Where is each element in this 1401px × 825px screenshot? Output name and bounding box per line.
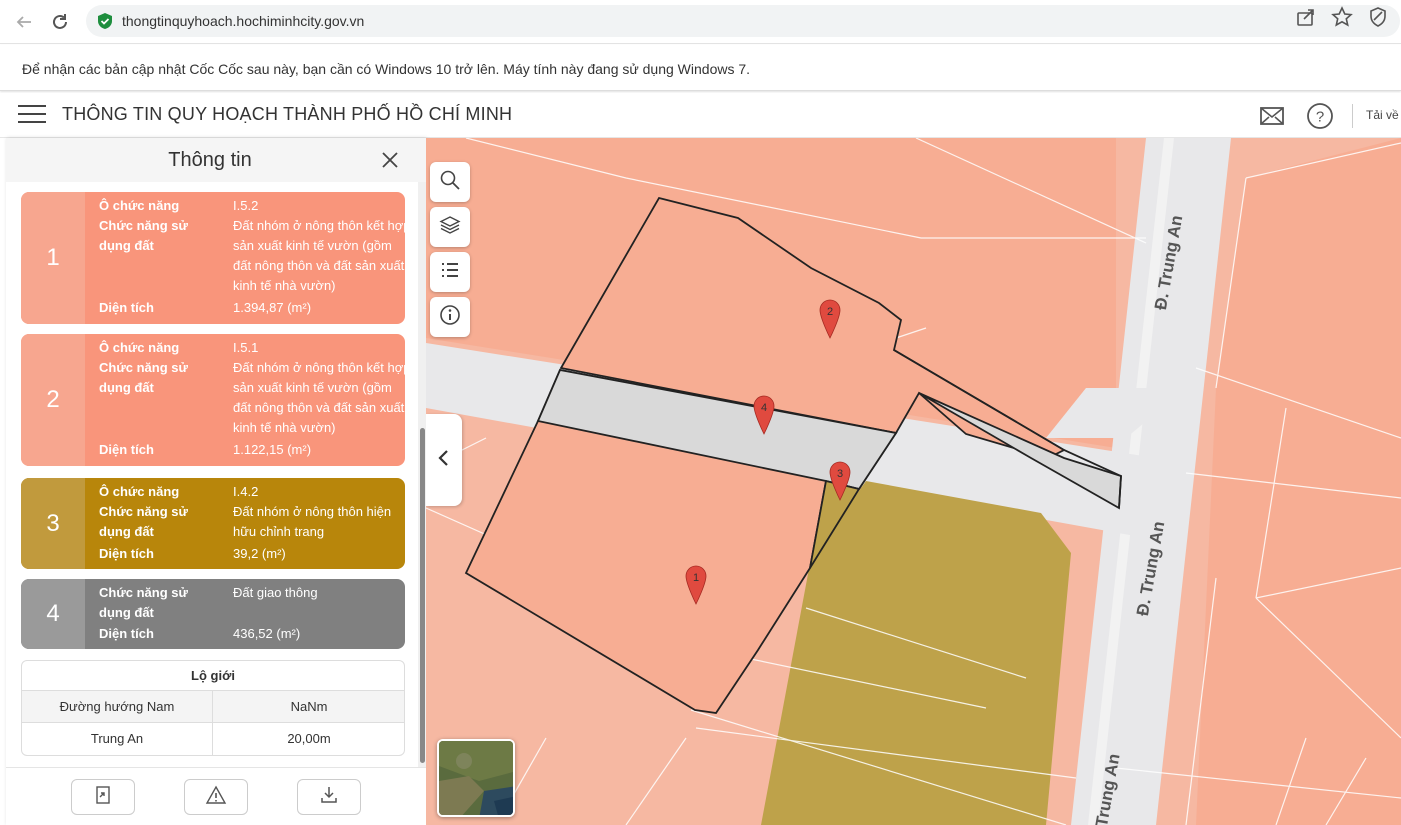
export-document-icon	[93, 785, 113, 810]
table-cell: 20,00m	[287, 731, 331, 746]
update-notice-bar: Để nhận các bản cập nhật Cốc Cốc sau này…	[0, 45, 1401, 91]
zone-number: 3	[21, 478, 85, 569]
svg-text:1: 1	[693, 572, 699, 584]
svg-text:3: 3	[837, 468, 843, 480]
search-icon	[439, 169, 461, 196]
search-button[interactable]	[430, 162, 470, 202]
svg-text:?: ?	[1316, 109, 1324, 126]
close-icon[interactable]	[378, 148, 402, 172]
export-document-button[interactable]	[71, 779, 135, 815]
zone-card-3[interactable]: 3 Ô chức năng I.4.2 Chức năng sử dụng đấ…	[21, 478, 405, 569]
road-boundary-table: Lộ giới Đường hướng Nam NaNm Trung An 20…	[21, 660, 405, 756]
list-icon	[439, 259, 461, 286]
address-bar[interactable]: thongtinquyhoach.hochiminhcity.gov.vn	[86, 5, 1400, 37]
zone-card-2[interactable]: 2 Ô chức năng I.5.1 Chức năng sử dụng đấ…	[21, 334, 405, 466]
browser-toolbar: thongtinquyhoach.hochiminhcity.gov.vn	[0, 0, 1401, 44]
panel-header: Thông tin	[6, 138, 426, 182]
shield-icon[interactable]	[1367, 6, 1389, 28]
info-panel: Thông tin 1 Ô chức năng I.5.2 Chức năng …	[6, 138, 426, 825]
zone-code-label: Ô chức năng	[99, 484, 180, 499]
zone-code: I.4.2	[233, 484, 259, 499]
zone-code: I.5.1	[233, 340, 259, 355]
zone-number: 2	[21, 334, 85, 466]
download-icon	[319, 785, 339, 810]
report-issue-button[interactable]	[184, 779, 248, 815]
layers-button[interactable]	[430, 207, 470, 247]
notice-text: Để nhận các bản cập nhật Cốc Cốc sau này…	[22, 61, 751, 77]
shield-check-icon	[96, 12, 114, 35]
star-icon[interactable]	[1331, 6, 1353, 28]
info-button[interactable]	[430, 297, 470, 337]
info-icon	[439, 304, 461, 331]
scrollbar-thumb[interactable]	[420, 428, 425, 763]
warning-icon	[205, 785, 227, 810]
satellite-basemap-toggle[interactable]	[437, 739, 515, 817]
zone-code-label: Ô chức năng	[99, 340, 180, 355]
download-link[interactable]: Tải về	[1366, 108, 1399, 122]
area-label: Diện tích	[99, 300, 154, 315]
url-text: thongtinquyhoach.hochiminhcity.gov.vn	[122, 13, 365, 29]
area-label: Diện tích	[99, 442, 154, 457]
land-use-value: Đất giao thông	[233, 585, 318, 600]
map-canvas[interactable]: 2 4 3 1	[426, 138, 1401, 825]
panel-title: Thông tin	[168, 149, 252, 171]
mail-icon[interactable]	[1258, 102, 1286, 130]
area-label: Diện tích	[99, 626, 154, 641]
page-title: THÔNG TIN QUY HOẠCH THÀNH PHỐ HỒ CHÍ MIN…	[62, 104, 513, 124]
land-use-value: Đất nhóm ở nông thôn kết hợp sản xuất ki…	[233, 218, 405, 293]
reload-icon[interactable]	[46, 8, 74, 36]
land-use-label: Chức năng sử dụng đất	[99, 218, 188, 253]
area-value: 436,52 (m²)	[233, 626, 301, 641]
app-header: THÔNG TIN QUY HOẠCH THÀNH PHỐ HỒ CHÍ MIN…	[0, 93, 1401, 138]
table-title: Lộ giới	[22, 661, 404, 691]
svg-text:2: 2	[827, 306, 833, 318]
zone-number: 4	[21, 579, 85, 649]
land-use-value: Đất nhóm ở nông thôn hiện hữu chỉnh tran…	[233, 504, 392, 539]
zone-code-label: Ô chức năng	[99, 198, 180, 213]
hamburger-icon[interactable]	[18, 105, 46, 127]
table-header-cell: Đường hướng Nam	[22, 691, 213, 723]
area-label: Diện tích	[99, 546, 154, 561]
chevron-left-icon	[437, 448, 451, 473]
land-use-label: Chức năng sử dụng đất	[99, 585, 188, 620]
svg-text:4: 4	[761, 402, 767, 414]
header-divider	[1352, 104, 1353, 128]
zone-number: 1	[21, 192, 85, 324]
download-button[interactable]	[297, 779, 361, 815]
back-arrow-icon[interactable]	[10, 8, 38, 36]
layers-icon	[439, 214, 461, 241]
legend-button[interactable]	[430, 252, 470, 292]
collapse-panel-button[interactable]	[426, 414, 462, 506]
zone-code: I.5.2	[233, 198, 259, 213]
area-value: 39,2 (m²)	[233, 546, 286, 561]
zone-card-4[interactable]: 4 Chức năng sử dụng đất Đất giao thông D…	[21, 579, 405, 649]
zone-card-1[interactable]: 1 Ô chức năng I.5.2 Chức năng sử dụng đấ…	[21, 192, 405, 324]
table-header-cell: NaNm	[213, 691, 404, 723]
land-use-value: Đất nhóm ở nông thôn kết hợp sản xuất ki…	[233, 360, 405, 435]
area-value: 1.122,15 (m²)	[233, 442, 312, 457]
planning-map[interactable]: 2 4 3 1 Đ. Trung An Đ. Trung An Trung An	[426, 138, 1401, 825]
table-cell: Trung An	[22, 723, 213, 755]
share-icon[interactable]	[1295, 6, 1317, 28]
help-icon[interactable]: ?	[1306, 102, 1334, 130]
panel-footer	[6, 767, 426, 825]
land-use-label: Chức năng sử dụng đất	[99, 360, 188, 395]
land-use-label: Chức năng sử dụng đất	[99, 504, 188, 539]
area-value: 1.394,87 (m²)	[233, 300, 312, 315]
